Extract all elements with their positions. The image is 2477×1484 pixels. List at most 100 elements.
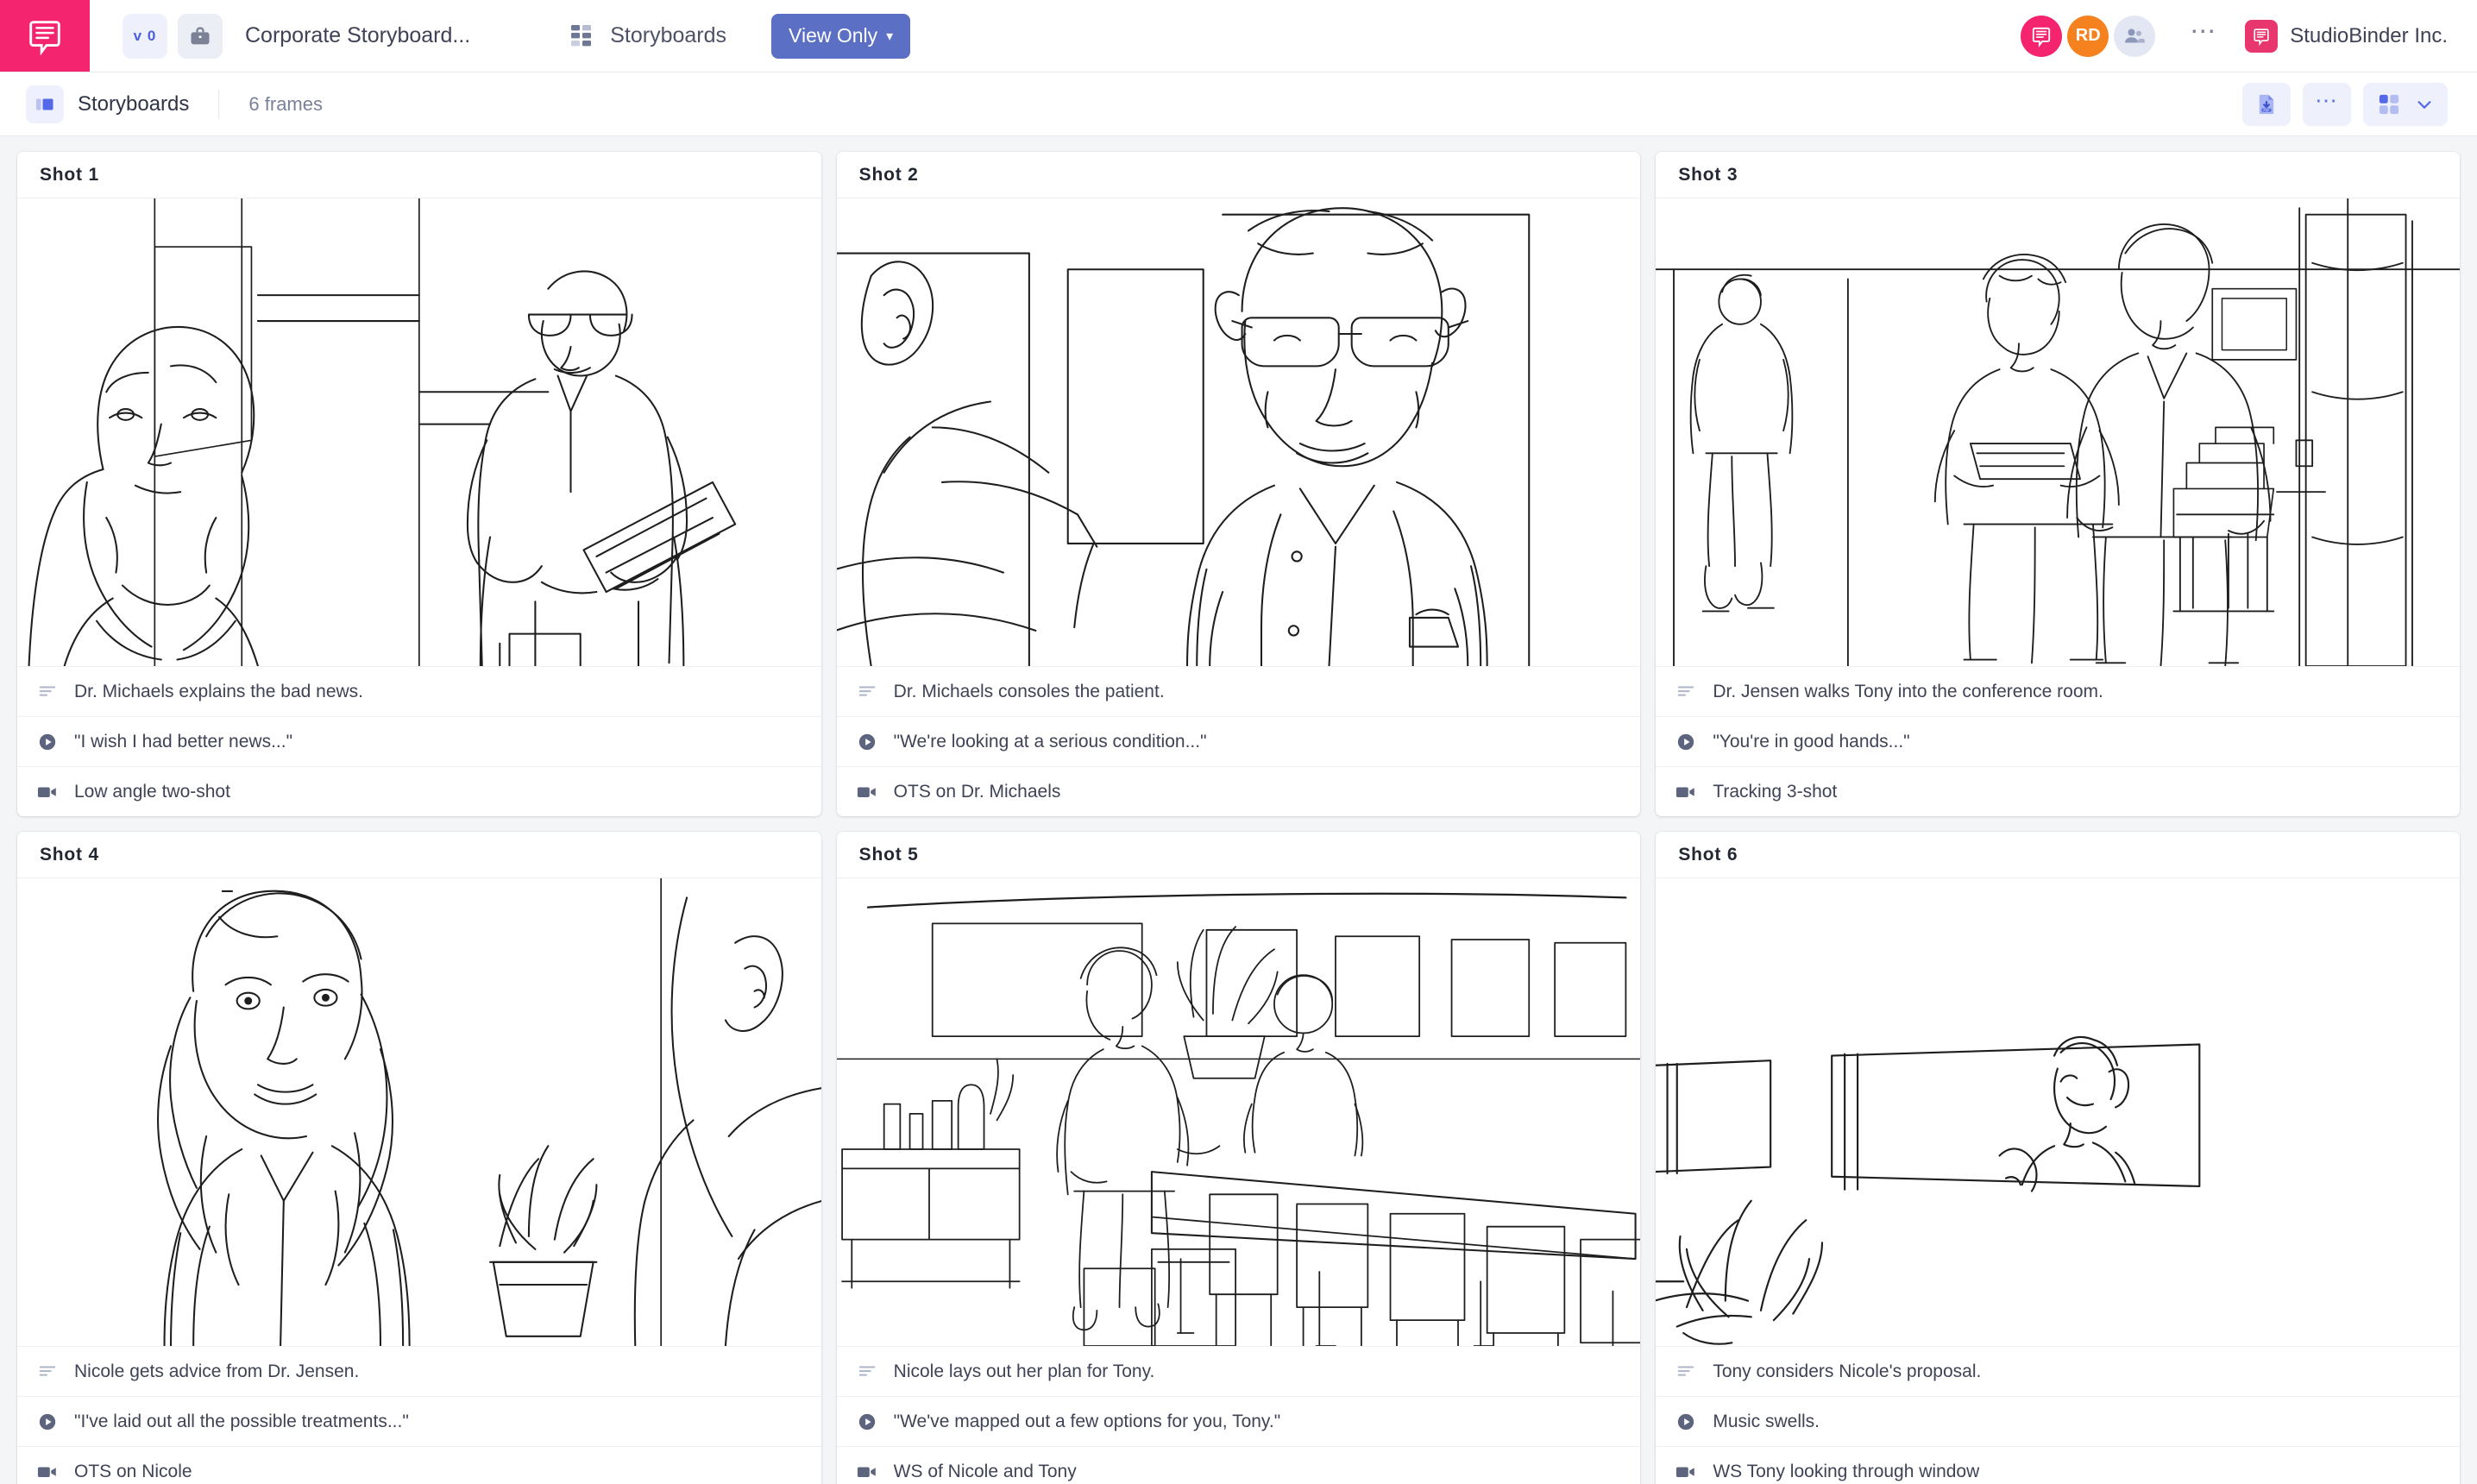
view-mode-button[interactable]: View Only ▾ xyxy=(771,13,911,59)
group-avatar[interactable] xyxy=(2114,15,2156,57)
video-camera-icon xyxy=(37,1466,56,1477)
svg-text:PDF: PDF xyxy=(2264,108,2270,111)
studiobinder-logo-icon xyxy=(2033,27,2051,47)
shot-type-row[interactable]: Tracking 3-shot xyxy=(1656,766,2460,816)
shot-frame-image[interactable] xyxy=(17,878,821,1346)
play-circle-icon xyxy=(39,1413,56,1430)
storyboard-card[interactable]: Shot 1 Dr. Michaels explains the bad new… xyxy=(17,152,821,816)
document-title: Corporate Storyboard... xyxy=(245,23,471,47)
grid-view-button[interactable] xyxy=(2363,82,2448,126)
storyboard-card[interactable]: Shot 6 Tony considers Nicole's proposal.… xyxy=(1656,832,2460,1484)
shot-dialogue-row[interactable]: Music swells. xyxy=(1656,1396,2460,1446)
header-more-button[interactable]: ⋯ xyxy=(2190,18,2217,53)
storyboard-card[interactable]: Shot 3 Dr. Jensen walks Tony into the co… xyxy=(1656,152,2460,816)
shot-description-row[interactable]: Dr. Jensen walks Tony into the conferenc… xyxy=(1656,666,2460,716)
ellipsis-icon: ⋯ xyxy=(2315,87,2339,113)
shot-dialogue: "You're in good hands..." xyxy=(1713,731,1910,751)
video-camera-icon xyxy=(857,1466,876,1477)
shot-dialogue-row[interactable]: "I wish I had better news..." xyxy=(17,716,821,766)
shot-type-row[interactable]: Low angle two-shot xyxy=(17,766,821,816)
shot-title: Shot 3 xyxy=(1678,164,1738,185)
shot-frame-image[interactable] xyxy=(17,198,821,666)
shot-dialogue-row[interactable]: "We've mapped out a few options for you,… xyxy=(836,1396,1641,1446)
shot-title: Shot 1 xyxy=(40,164,99,185)
shot-dialogue: "I wish I had better news..." xyxy=(74,731,293,751)
shot-dialogue: "I've laid out all the possible treatmen… xyxy=(74,1411,409,1431)
play-circle-icon xyxy=(1678,733,1694,750)
shot-type: OTS on Dr. Michaels xyxy=(893,781,1061,802)
user-avatar-rd[interactable]: RD xyxy=(2067,15,2109,57)
video-camera-icon xyxy=(36,783,59,802)
studiobinder-logo-avatar[interactable] xyxy=(2021,15,2063,57)
studiobinder-logo-icon xyxy=(2254,28,2269,46)
description-lines-icon xyxy=(1678,1365,1694,1376)
storyboard-grid: Shot 1 Dr. Michaels explains the bad new… xyxy=(0,136,2477,1484)
storyboard-card[interactable]: Shot 2 Dr. Michaels consoles the patient… xyxy=(836,152,1641,816)
shot-description-row[interactable]: Tony considers Nicole's proposal. xyxy=(1656,1346,2460,1396)
description-lines-icon xyxy=(1675,1362,1697,1381)
shot-description: Dr. Michaels consoles the patient. xyxy=(893,681,1165,701)
play-circle-icon xyxy=(1675,1412,1697,1431)
nav-storyboards-label: Storyboards xyxy=(610,23,727,47)
shot-type-row[interactable]: OTS on Dr. Michaels xyxy=(836,766,1641,816)
shot-dialogue: Music swells. xyxy=(1713,1411,1820,1431)
video-camera-icon xyxy=(856,1462,878,1481)
description-lines-icon xyxy=(39,685,56,696)
storyboard-card[interactable]: Shot 4 Nicole gets advice from Dr. Jense… xyxy=(17,832,821,1484)
shot-frame-image[interactable] xyxy=(836,878,1641,1346)
pdf-download-icon: PDF xyxy=(2259,94,2274,114)
chevron-down-icon xyxy=(2417,100,2431,109)
card-header: Shot 6 xyxy=(1656,832,2460,878)
nav-storyboards[interactable]: Storyboards xyxy=(570,23,726,49)
shot-type: Tracking 3-shot xyxy=(1713,781,1838,802)
shot-frame-image[interactable] xyxy=(1656,198,2460,666)
briefcase-icon xyxy=(191,27,210,44)
shot-description-row[interactable]: Dr. Michaels consoles the patient. xyxy=(836,666,1641,716)
shot-type-row[interactable]: WS of Nicole and Tony xyxy=(836,1446,1641,1484)
play-circle-icon xyxy=(39,733,56,750)
divider xyxy=(218,89,220,119)
shot-description-row[interactable]: Nicole gets advice from Dr. Jensen. xyxy=(17,1346,821,1396)
shot-description-row[interactable]: Nicole lays out her plan for Tony. xyxy=(836,1346,1641,1396)
org-logo xyxy=(2245,19,2279,53)
download-pdf-button[interactable]: PDF xyxy=(2242,82,2291,126)
shot-dialogue-row[interactable]: "I've laid out all the possible treatmen… xyxy=(17,1396,821,1446)
shot-description: Nicole lays out her plan for Tony. xyxy=(893,1361,1155,1381)
card-header: Shot 3 xyxy=(1656,152,2460,198)
user-avatar-initials: RD xyxy=(2075,26,2101,45)
shot-frame-image[interactable] xyxy=(1656,878,2460,1346)
brand-logo-button[interactable] xyxy=(0,0,90,72)
play-circle-icon xyxy=(1675,733,1697,751)
description-lines-icon xyxy=(856,1362,878,1381)
description-lines-icon xyxy=(858,685,875,696)
shot-title: Shot 2 xyxy=(858,164,919,185)
shot-dialogue-row[interactable]: "We're looking at a serious condition...… xyxy=(836,716,1641,766)
version-badge[interactable]: v 0 xyxy=(123,13,167,59)
play-circle-icon xyxy=(1678,1413,1694,1430)
shot-description: Tony considers Nicole's proposal. xyxy=(1713,1361,1982,1381)
play-circle-icon xyxy=(856,733,878,751)
storyboard-card[interactable]: Shot 5 Nicole lays out her plan for Tony… xyxy=(836,832,1641,1484)
more-options-button[interactable]: ⋯ xyxy=(2303,82,2351,126)
play-circle-icon xyxy=(36,1412,59,1431)
shot-type: Low angle two-shot xyxy=(74,781,230,802)
shot-type: WS Tony looking through window xyxy=(1713,1461,1980,1481)
shot-title: Shot 4 xyxy=(40,844,99,865)
panel-icon xyxy=(36,98,53,110)
shot-frame-image[interactable] xyxy=(836,198,1641,666)
shot-description-row[interactable]: Dr. Michaels explains the bad news. xyxy=(17,666,821,716)
video-camera-icon xyxy=(1675,1462,1697,1481)
shot-type-row[interactable]: OTS on Nicole xyxy=(17,1446,821,1484)
shot-type-row[interactable]: WS Tony looking through window xyxy=(1656,1446,2460,1484)
frame-count-label: 6 frames xyxy=(248,92,323,115)
shot-dialogue-row[interactable]: "You're in good hands..." xyxy=(1656,716,2460,766)
project-bag-button[interactable] xyxy=(178,13,223,59)
storyboard-title: Storyboards xyxy=(78,91,190,116)
video-camera-icon xyxy=(857,786,876,797)
shot-title: Shot 6 xyxy=(1678,844,1738,865)
grid-icon xyxy=(571,24,592,46)
shot-description: Dr. Michaels explains the bad news. xyxy=(74,681,364,701)
video-camera-icon xyxy=(1676,1466,1695,1477)
shot-dialogue: "We've mapped out a few options for you,… xyxy=(893,1411,1281,1431)
card-header: Shot 5 xyxy=(836,832,1641,878)
